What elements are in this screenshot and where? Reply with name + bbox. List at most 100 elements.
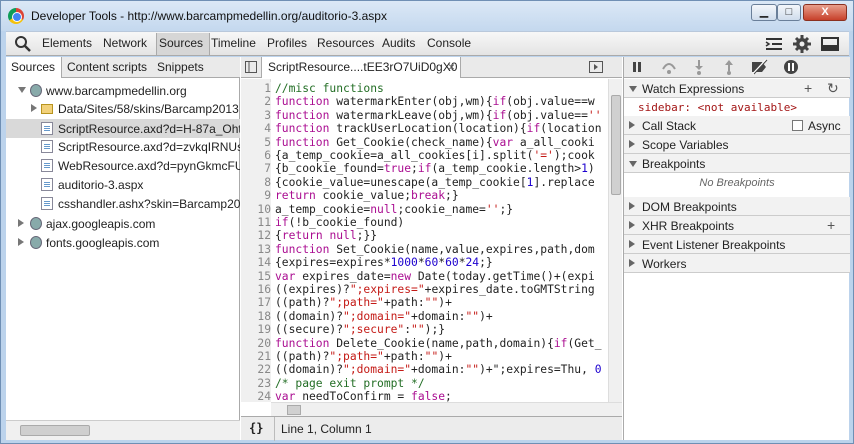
collapsed-arrow-icon[interactable]: [629, 240, 635, 248]
collapsed-arrow-icon[interactable]: [629, 221, 635, 229]
sidebar-section-breakpoints[interactable]: Breakpoints: [624, 154, 850, 173]
pause-on-exceptions-icon[interactable]: [782, 59, 800, 75]
line-number[interactable]: 5: [241, 135, 271, 149]
tab-console[interactable]: Console: [427, 36, 471, 50]
scrollbar-thumb[interactable]: [287, 405, 301, 415]
search-icon[interactable]: [14, 35, 32, 53]
maximize-button[interactable]: □: [777, 4, 801, 21]
collapsed-arrow-icon[interactable]: [629, 202, 635, 210]
tree-item[interactable]: ajax.googleapis.com: [6, 214, 240, 233]
add-xhr-breakpoint-icon[interactable]: +: [827, 217, 835, 233]
line-number[interactable]: 15: [241, 269, 271, 283]
nav-tab-sources[interactable]: Sources: [6, 57, 62, 78]
line-number[interactable]: 2: [241, 95, 271, 109]
step-over-icon[interactable]: [660, 59, 678, 75]
collapse-arrow-icon[interactable]: [18, 219, 24, 227]
gear-icon[interactable]: [792, 35, 812, 53]
tree-item[interactable]: auditorio-3.aspx: [6, 175, 240, 194]
toggle-debugger-icon[interactable]: [589, 61, 603, 73]
sidebar-section-event-listener-breakpoints[interactable]: Event Listener Breakpoints: [624, 235, 850, 254]
step-into-icon[interactable]: [690, 59, 708, 75]
code-vertical-scrollbar[interactable]: [608, 79, 622, 402]
line-number[interactable]: 13: [241, 242, 271, 257]
tree-item[interactable]: WebResource.axd?d=pynGkmcFUV: [6, 156, 240, 175]
sidebar-section-workers[interactable]: Workers: [624, 254, 850, 273]
watch-expression: sidebar: <not available>: [638, 101, 797, 114]
line-number[interactable]: 9: [241, 189, 271, 203]
collapsed-arrow-icon[interactable]: [629, 259, 635, 267]
tree-item[interactable]: csshandler.ashx?skin=Barcamp2013: [6, 194, 240, 213]
tab-resources[interactable]: Resources: [317, 36, 374, 50]
line-number[interactable]: 7: [241, 162, 271, 176]
scrollbar-thumb[interactable]: [611, 95, 621, 195]
sidebar-section-watch-expressions[interactable]: Watch Expressions + ↻: [624, 79, 850, 98]
toggle-navigator-icon[interactable]: [245, 61, 257, 73]
deactivate-breakpoints-icon[interactable]: [750, 59, 768, 75]
collapse-arrow-icon[interactable]: [31, 104, 37, 112]
tab-elements[interactable]: Elements: [42, 36, 92, 50]
line-number[interactable]: 11: [241, 216, 271, 230]
tree-item[interactable]: www.barcampmedellin.org: [6, 81, 240, 100]
code-horizontal-scrollbar[interactable]: [271, 402, 622, 416]
pretty-print-button[interactable]: {}: [249, 421, 263, 435]
sidebar-section-dom-breakpoints[interactable]: DOM Breakpoints: [624, 197, 850, 216]
expanded-arrow-icon[interactable]: [629, 161, 637, 167]
line-number[interactable]: 12: [241, 229, 271, 243]
dock-icon[interactable]: [820, 35, 840, 53]
expand-arrow-icon[interactable]: [18, 87, 26, 93]
close-tab-icon[interactable]: ×: [448, 60, 455, 74]
show-drawer-icon[interactable]: [764, 35, 784, 53]
minimize-button[interactable]: ▁: [751, 4, 777, 21]
collapse-arrow-icon[interactable]: [18, 238, 24, 246]
editor-tab[interactable]: ScriptResource....tEE3rO7UiD0gX0 ×: [261, 57, 461, 78]
nav-tab-snippets[interactable]: Snippets: [157, 60, 204, 74]
tab-network[interactable]: Network: [103, 36, 147, 50]
tree-item[interactable]: fonts.googleapis.com: [6, 233, 240, 252]
tab-sources[interactable]: Sources: [159, 36, 203, 50]
line-number[interactable]: 16: [241, 283, 271, 297]
collapsed-arrow-icon[interactable]: [629, 121, 635, 129]
collapsed-arrow-icon[interactable]: [629, 140, 635, 148]
line-number[interactable]: 17: [241, 296, 271, 310]
line-number[interactable]: 1: [241, 82, 271, 96]
sidebar-section-scope-variables[interactable]: Scope Variables: [624, 135, 850, 154]
add-watch-icon[interactable]: +: [804, 80, 812, 96]
pause-icon[interactable]: [628, 59, 646, 75]
line-number[interactable]: 4: [241, 122, 271, 136]
line-number[interactable]: 23: [241, 376, 271, 391]
line-number[interactable]: 24: [241, 390, 271, 402]
sidebar-section-xhr-breakpoints[interactable]: XHR Breakpoints +: [624, 216, 850, 235]
sidebar-section-call-stack[interactable]: Call Stack Async: [624, 116, 850, 135]
async-checkbox[interactable]: [792, 120, 803, 131]
line-number[interactable]: 21: [241, 350, 271, 364]
step-out-icon[interactable]: [720, 59, 738, 75]
line-number[interactable]: 6: [241, 149, 271, 163]
code-line: a_temp_cookie=null;cookie_name='';}: [275, 202, 514, 216]
line-number[interactable]: 18: [241, 309, 271, 324]
refresh-icon[interactable]: ↻: [827, 80, 839, 97]
chrome-logo-icon: [8, 8, 24, 24]
code-line: {return null;}}: [275, 229, 378, 243]
tree-item-selected[interactable]: ScriptResource.axd?d=H-87a_Ohtq: [6, 119, 240, 138]
nav-tab-content-scripts[interactable]: Content scripts: [67, 60, 147, 74]
tree-item[interactable]: Data/Sites/58/skins/Barcamp2013: [6, 99, 240, 118]
expanded-arrow-icon[interactable]: [629, 86, 637, 92]
stylesheet-file-icon: [41, 197, 53, 210]
title-bar[interactable]: Developer Tools - http://www.barcampmede…: [1, 1, 853, 31]
tab-timeline[interactable]: Timeline: [211, 36, 256, 50]
line-number[interactable]: 20: [241, 336, 271, 350]
scrollbar-thumb[interactable]: [20, 425, 90, 436]
line-number[interactable]: 10: [241, 202, 271, 216]
tab-audits[interactable]: Audits: [382, 36, 415, 50]
code-view[interactable]: 1 //misc functions 2 function watermarkEnte…: [241, 79, 609, 402]
line-number[interactable]: 8: [241, 175, 271, 190]
line-number[interactable]: 3: [241, 108, 271, 123]
folder-icon: [41, 104, 53, 114]
line-number[interactable]: 22: [241, 363, 271, 377]
navigator-scrollbar[interactable]: [6, 420, 240, 440]
line-number[interactable]: 19: [241, 323, 271, 337]
line-number[interactable]: 14: [241, 256, 271, 270]
tree-item[interactable]: ScriptResource.axd?d=zvkqIRNUsp: [6, 137, 240, 156]
tab-profiles[interactable]: Profiles: [267, 36, 307, 50]
close-button[interactable]: X: [803, 4, 847, 21]
